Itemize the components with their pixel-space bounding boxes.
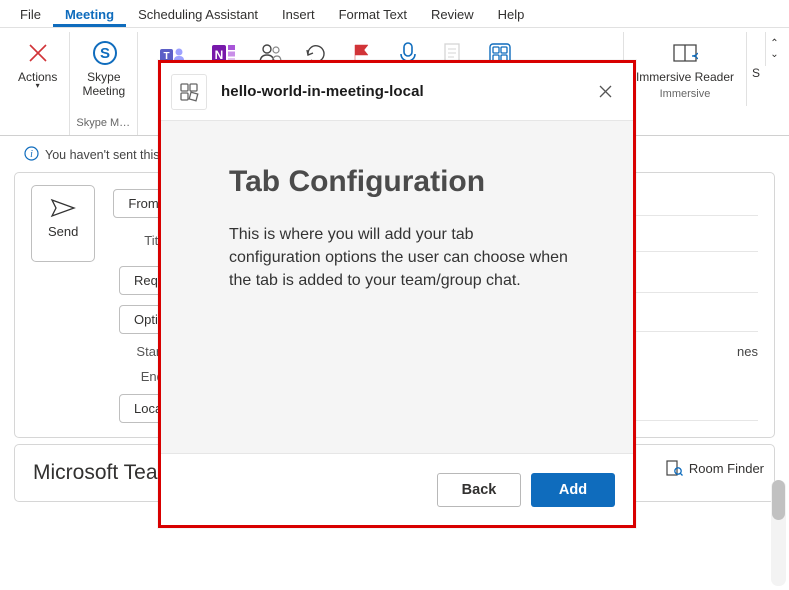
dialog-title: hello-world-in-meeting-local xyxy=(221,83,424,100)
svg-text:i: i xyxy=(30,149,33,160)
dialog-description: This is where you will add your tab conf… xyxy=(229,223,569,293)
immersive-reader-button[interactable]: Immersive Reader xyxy=(630,34,740,86)
scrollbar-thumb[interactable] xyxy=(772,480,785,520)
info-icon: i xyxy=(24,146,39,164)
dialog-close-button[interactable] xyxy=(591,78,619,106)
send-button[interactable]: Send xyxy=(31,185,95,262)
menu-meeting[interactable]: Meeting xyxy=(53,4,126,27)
chevron-down-icon: ▾ xyxy=(36,84,40,89)
back-button[interactable]: Back xyxy=(437,473,521,507)
menu-bar: File Meeting Scheduling Assistant Insert… xyxy=(0,0,789,28)
menu-insert[interactable]: Insert xyxy=(270,4,327,27)
actions-button[interactable]: Actions ▾ xyxy=(12,34,63,91)
app-icon xyxy=(171,74,207,110)
send-icon xyxy=(50,198,76,218)
immersive-reader-icon xyxy=(672,40,698,66)
skype-meeting-button[interactable]: S Skype Meeting xyxy=(76,34,131,101)
timezone-fragment: nes xyxy=(737,344,758,359)
dialog-heading: Tab Configuration xyxy=(229,165,571,199)
ribbon-up-icon[interactable]: ⌃ xyxy=(768,38,781,49)
immersive-group-label: Immersive xyxy=(660,86,711,104)
menu-format-text[interactable]: Format Text xyxy=(327,4,419,27)
info-text: You haven't sent this xyxy=(45,148,160,162)
vertical-scrollbar[interactable] xyxy=(771,480,786,586)
skype-group-label: Skype Me… xyxy=(76,115,131,133)
menu-scheduling[interactable]: Scheduling Assistant xyxy=(126,4,270,27)
tab-config-dialog: hello-world-in-meeting-local Tab Configu… xyxy=(158,60,636,528)
close-icon xyxy=(599,85,612,98)
svg-text:S: S xyxy=(100,45,110,62)
add-button[interactable]: Add xyxy=(531,473,615,507)
menu-help[interactable]: Help xyxy=(486,4,537,27)
truncated-button[interactable]: S xyxy=(752,34,760,82)
menu-review[interactable]: Review xyxy=(419,4,486,27)
ribbon-down-icon[interactable]: ⌄ xyxy=(768,49,781,60)
menu-file[interactable]: File xyxy=(8,4,53,27)
skype-icon: S xyxy=(91,40,117,66)
close-x-icon xyxy=(25,40,51,66)
